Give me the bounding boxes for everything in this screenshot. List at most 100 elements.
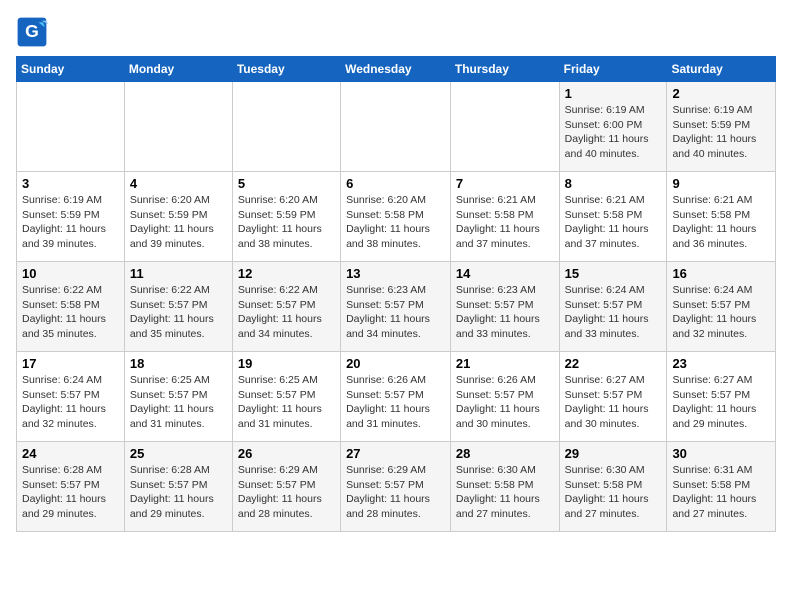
day-info: Sunrise: 6:24 AM Sunset: 5:57 PM Dayligh… xyxy=(22,373,119,432)
day-info: Sunrise: 6:20 AM Sunset: 5:58 PM Dayligh… xyxy=(346,193,445,252)
day-cell: 7 Sunrise: 6:21 AM Sunset: 5:58 PM Daylig… xyxy=(450,172,559,262)
day-info: Sunrise: 6:23 AM Sunset: 5:57 PM Dayligh… xyxy=(346,283,445,342)
day-number: 10 xyxy=(22,266,119,281)
day-cell: 2 Sunrise: 6:19 AM Sunset: 5:59 PM Daylig… xyxy=(667,82,776,172)
day-info: Sunrise: 6:29 AM Sunset: 5:57 PM Dayligh… xyxy=(238,463,335,522)
day-number: 28 xyxy=(456,446,554,461)
day-info: Sunrise: 6:30 AM Sunset: 5:58 PM Dayligh… xyxy=(456,463,554,522)
day-cell xyxy=(17,82,125,172)
col-header-tuesday: Tuesday xyxy=(232,57,340,82)
day-number: 20 xyxy=(346,356,445,371)
col-header-wednesday: Wednesday xyxy=(341,57,451,82)
day-cell: 27 Sunrise: 6:29 AM Sunset: 5:57 PM Dayli… xyxy=(341,442,451,532)
week-row-5: 24 Sunrise: 6:28 AM Sunset: 5:57 PM Dayli… xyxy=(17,442,776,532)
day-number: 17 xyxy=(22,356,119,371)
day-info: Sunrise: 6:22 AM Sunset: 5:57 PM Dayligh… xyxy=(130,283,227,342)
week-row-1: 1Sunrise: 6:19 AM Sunset: 6:00 PM Daylig… xyxy=(17,82,776,172)
day-number: 21 xyxy=(456,356,554,371)
day-cell: 21Sunrise: 6:26 AM Sunset: 5:57 PM Dayli… xyxy=(450,352,559,442)
day-cell: 30 Sunrise: 6:31 AM Sunset: 5:58 PM Dayli… xyxy=(667,442,776,532)
day-cell: 8 Sunrise: 6:21 AM Sunset: 5:58 PM Daylig… xyxy=(559,172,667,262)
day-info: Sunrise: 6:25 AM Sunset: 5:57 PM Dayligh… xyxy=(130,373,227,432)
svg-text:G: G xyxy=(25,21,39,41)
col-header-saturday: Saturday xyxy=(667,57,776,82)
day-cell: 10 Sunrise: 6:22 AM Sunset: 5:58 PM Dayli… xyxy=(17,262,125,352)
day-cell: 9 Sunrise: 6:21 AM Sunset: 5:58 PM Daylig… xyxy=(667,172,776,262)
week-row-2: 3 Sunrise: 6:19 AM Sunset: 5:59 PM Daylig… xyxy=(17,172,776,262)
day-info: Sunrise: 6:20 AM Sunset: 5:59 PM Dayligh… xyxy=(238,193,335,252)
day-number: 19 xyxy=(238,356,335,371)
day-info: Sunrise: 6:25 AM Sunset: 5:57 PM Dayligh… xyxy=(238,373,335,432)
day-number: 24 xyxy=(22,446,119,461)
day-cell: 18 Sunrise: 6:25 AM Sunset: 5:57 PM Dayli… xyxy=(124,352,232,442)
day-number: 18 xyxy=(130,356,227,371)
day-number: 6 xyxy=(346,176,445,191)
day-number: 2 xyxy=(672,86,770,101)
day-cell: 26Sunrise: 6:29 AM Sunset: 5:57 PM Dayli… xyxy=(232,442,340,532)
day-cell xyxy=(450,82,559,172)
day-info: Sunrise: 6:27 AM Sunset: 5:57 PM Dayligh… xyxy=(672,373,770,432)
col-header-friday: Friday xyxy=(559,57,667,82)
day-info: Sunrise: 6:19 AM Sunset: 5:59 PM Dayligh… xyxy=(672,103,770,162)
col-header-thursday: Thursday xyxy=(450,57,559,82)
day-info: Sunrise: 6:31 AM Sunset: 5:58 PM Dayligh… xyxy=(672,463,770,522)
day-number: 3 xyxy=(22,176,119,191)
day-info: Sunrise: 6:22 AM Sunset: 5:57 PM Dayligh… xyxy=(238,283,335,342)
day-cell: 4 Sunrise: 6:20 AM Sunset: 5:59 PM Daylig… xyxy=(124,172,232,262)
day-cell: 11Sunrise: 6:22 AM Sunset: 5:57 PM Dayli… xyxy=(124,262,232,352)
day-info: Sunrise: 6:22 AM Sunset: 5:58 PM Dayligh… xyxy=(22,283,119,342)
day-number: 9 xyxy=(672,176,770,191)
col-header-monday: Monday xyxy=(124,57,232,82)
day-number: 8 xyxy=(565,176,662,191)
day-info: Sunrise: 6:29 AM Sunset: 5:57 PM Dayligh… xyxy=(346,463,445,522)
day-info: Sunrise: 6:28 AM Sunset: 5:57 PM Dayligh… xyxy=(130,463,227,522)
logo: G xyxy=(16,16,52,48)
day-info: Sunrise: 6:21 AM Sunset: 5:58 PM Dayligh… xyxy=(565,193,662,252)
day-cell: 29 Sunrise: 6:30 AM Sunset: 5:58 PM Dayli… xyxy=(559,442,667,532)
day-number: 7 xyxy=(456,176,554,191)
day-number: 29 xyxy=(565,446,662,461)
day-cell: 14 Sunrise: 6:23 AM Sunset: 5:57 PM Dayli… xyxy=(450,262,559,352)
day-number: 22 xyxy=(565,356,662,371)
day-number: 12 xyxy=(238,266,335,281)
day-cell: 13 Sunrise: 6:23 AM Sunset: 5:57 PM Dayli… xyxy=(341,262,451,352)
day-number: 23 xyxy=(672,356,770,371)
day-cell: 17 Sunrise: 6:24 AM Sunset: 5:57 PM Dayli… xyxy=(17,352,125,442)
day-cell xyxy=(232,82,340,172)
logo-icon: G xyxy=(16,16,48,48)
day-info: Sunrise: 6:19 AM Sunset: 5:59 PM Dayligh… xyxy=(22,193,119,252)
day-info: Sunrise: 6:23 AM Sunset: 5:57 PM Dayligh… xyxy=(456,283,554,342)
day-cell: 3 Sunrise: 6:19 AM Sunset: 5:59 PM Daylig… xyxy=(17,172,125,262)
week-row-3: 10 Sunrise: 6:22 AM Sunset: 5:58 PM Dayli… xyxy=(17,262,776,352)
day-number: 13 xyxy=(346,266,445,281)
day-cell: 16Sunrise: 6:24 AM Sunset: 5:57 PM Dayli… xyxy=(667,262,776,352)
day-info: Sunrise: 6:30 AM Sunset: 5:58 PM Dayligh… xyxy=(565,463,662,522)
day-cell: 25 Sunrise: 6:28 AM Sunset: 5:57 PM Dayli… xyxy=(124,442,232,532)
day-cell: 22 Sunrise: 6:27 AM Sunset: 5:57 PM Dayli… xyxy=(559,352,667,442)
day-cell: 5 Sunrise: 6:20 AM Sunset: 5:59 PM Daylig… xyxy=(232,172,340,262)
week-row-4: 17 Sunrise: 6:24 AM Sunset: 5:57 PM Dayli… xyxy=(17,352,776,442)
day-number: 15 xyxy=(565,266,662,281)
day-cell: 19 Sunrise: 6:25 AM Sunset: 5:57 PM Dayli… xyxy=(232,352,340,442)
day-info: Sunrise: 6:21 AM Sunset: 5:58 PM Dayligh… xyxy=(456,193,554,252)
day-cell xyxy=(124,82,232,172)
day-cell: 1Sunrise: 6:19 AM Sunset: 6:00 PM Daylig… xyxy=(559,82,667,172)
day-number: 14 xyxy=(456,266,554,281)
day-cell: 23 Sunrise: 6:27 AM Sunset: 5:57 PM Dayli… xyxy=(667,352,776,442)
day-info: Sunrise: 6:24 AM Sunset: 5:57 PM Dayligh… xyxy=(672,283,770,342)
day-number: 27 xyxy=(346,446,445,461)
day-number: 5 xyxy=(238,176,335,191)
day-number: 30 xyxy=(672,446,770,461)
day-info: Sunrise: 6:20 AM Sunset: 5:59 PM Dayligh… xyxy=(130,193,227,252)
day-info: Sunrise: 6:21 AM Sunset: 5:58 PM Dayligh… xyxy=(672,193,770,252)
calendar-header: SundayMondayTuesdayWednesdayThursdayFrid… xyxy=(17,57,776,82)
day-number: 1 xyxy=(565,86,662,101)
calendar-table: SundayMondayTuesdayWednesdayThursdayFrid… xyxy=(16,56,776,532)
day-info: Sunrise: 6:27 AM Sunset: 5:57 PM Dayligh… xyxy=(565,373,662,432)
day-number: 25 xyxy=(130,446,227,461)
day-cell: 28 Sunrise: 6:30 AM Sunset: 5:58 PM Dayli… xyxy=(450,442,559,532)
day-cell: 6 Sunrise: 6:20 AM Sunset: 5:58 PM Daylig… xyxy=(341,172,451,262)
day-info: Sunrise: 6:28 AM Sunset: 5:57 PM Dayligh… xyxy=(22,463,119,522)
day-number: 4 xyxy=(130,176,227,191)
day-cell: 20Sunrise: 6:26 AM Sunset: 5:57 PM Dayli… xyxy=(341,352,451,442)
